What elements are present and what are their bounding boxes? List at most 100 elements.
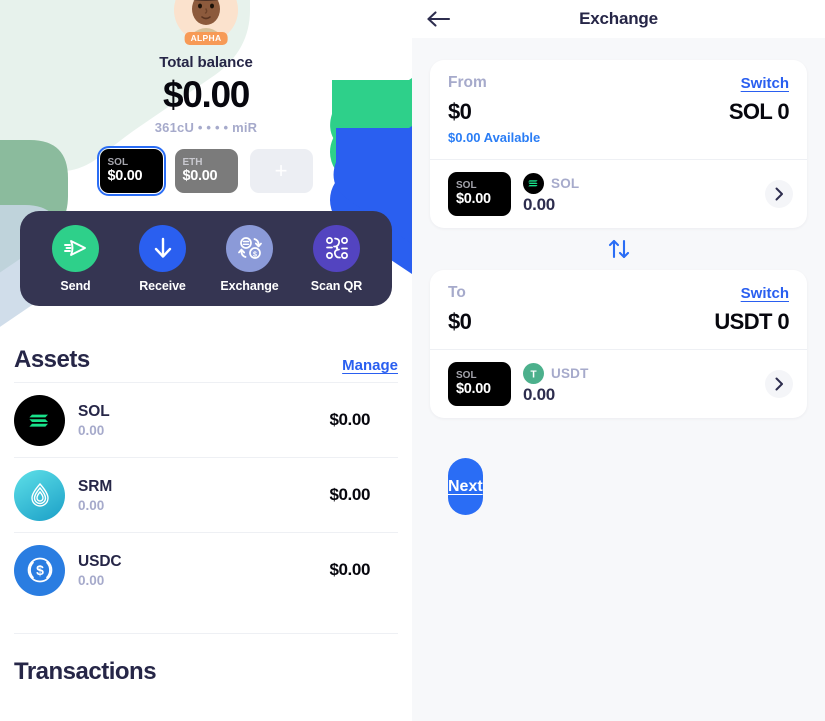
chevron-right-icon-glyph [775, 187, 783, 201]
app-root: ALPHA Total balance $0.00 361cU • • • • … [0, 0, 825, 721]
exchange-to-amounts: $0 USDT 0 [448, 309, 790, 335]
action-send[interactable]: Send [40, 224, 112, 293]
quick-actions-card: Send Receive $ Exchange Scan QR [20, 211, 392, 306]
exchange-to-switch-link[interactable]: Switch [741, 285, 789, 302]
send-icon-glyph [63, 240, 86, 256]
token-chip-eth-symbol: ETH [182, 157, 203, 169]
exchange-from-fiat-amount[interactable]: $0 [448, 99, 472, 125]
asset-row-sol-value: $0.00 [329, 410, 370, 429]
asset-row-srm-value: $0.00 [329, 485, 370, 504]
exchange-to-crypto-amount[interactable]: USDT 0 [714, 309, 789, 335]
back-arrow-icon[interactable] [424, 4, 454, 34]
exchange-from-label: From [448, 74, 487, 91]
svg-text:$: $ [253, 251, 257, 258]
asset-row-usdc-value: $0.00 [329, 560, 370, 579]
token-chip-list: SOL $0.00 ETH $0.00 + [0, 146, 412, 196]
asset-row-usdc-symbol: USDC [78, 552, 122, 570]
download-arrow-icon [139, 224, 186, 272]
exchange-to-chip-value: $0.00 [456, 381, 491, 398]
wallet-header: ALPHA Total balance $0.00 361cU • • • • … [0, 0, 412, 196]
asset-row-srm-amount: 0.00 [78, 497, 105, 513]
total-balance-amount: $0.00 [162, 74, 250, 115]
exchange-from-header: From Switch [448, 74, 789, 92]
exchange-from-card: From Switch $0 SOL 0 $0.00 Available SOL… [430, 60, 807, 228]
add-token-button[interactable]: + [249, 149, 313, 193]
chevron-right-icon[interactable] [765, 370, 793, 398]
tether-icon-glyph: T [530, 369, 536, 380]
next-button-label: Next [448, 477, 483, 495]
exchange-to-token-name: USDT [551, 366, 589, 381]
serum-icon [14, 469, 65, 521]
exchange-to-header: To Switch [448, 284, 789, 302]
action-exchange-label: Exchange [220, 278, 279, 293]
chevron-right-icon[interactable] [765, 180, 793, 208]
action-scan-qr[interactable]: Scan QR [301, 224, 373, 293]
next-button[interactable]: Next [448, 458, 483, 515]
exchange-arrows-icon: $ [226, 224, 273, 272]
exchange-panel: Exchange From Switch $0 SOL 0 $0.00 Avai… [412, 0, 825, 721]
action-receive-label: Receive [139, 278, 186, 293]
asset-row-usdc[interactable]: $ USDC 0.00 $0.00 [14, 532, 398, 607]
download-arrow-icon-glyph [154, 237, 171, 258]
qr-code-icon [313, 224, 360, 272]
solana-icon [14, 394, 65, 446]
asset-row-sol-text: SOL 0.00 [78, 403, 329, 438]
transactions-header: Transactions [14, 633, 398, 686]
assets-header: Assets Manage [14, 346, 398, 382]
exchange-from-amounts: $0 SOL 0 [448, 99, 790, 125]
asset-row-sol[interactable]: SOL 0.00 $0.00 [14, 382, 398, 457]
exchange-to-token-amount: 0.00 [523, 385, 555, 404]
exchange-from-token-line: SOL [523, 173, 753, 194]
swap-direction-button[interactable] [430, 228, 807, 270]
exchange-to-token-selector[interactable]: SOL $0.00 T USDT 0.00 [430, 350, 807, 418]
exchange-from-token-meta: SOL 0.00 [523, 173, 753, 215]
exchange-to-token-line: T USDT [523, 363, 753, 384]
exchange-to-chip-symbol: SOL [456, 370, 477, 382]
exchange-from-crypto-amount[interactable]: SOL 0 [729, 99, 790, 125]
assets-title: Assets [14, 346, 90, 373]
svg-text:T: T [530, 369, 536, 380]
alpha-badge: ALPHA [184, 32, 228, 45]
total-balance-label: Total balance [159, 54, 253, 71]
exchange-to-fiat-amount[interactable]: $0 [448, 309, 472, 335]
avatar[interactable]: ALPHA [174, 0, 238, 45]
exchange-to-summary: To Switch $0 USDT 0 [430, 270, 807, 349]
exchange-from-token-selector[interactable]: SOL $0.00 SOL 0.00 [430, 160, 807, 228]
usdc-icon: $ [14, 544, 65, 596]
token-chip-sol-value: $0.00 [107, 168, 143, 185]
qr-code-icon-glyph [325, 237, 348, 259]
action-receive[interactable]: Receive [127, 224, 199, 293]
action-scan-qr-label: Scan QR [310, 278, 363, 293]
exchange-from-chip: SOL $0.00 [448, 172, 511, 216]
wallet-address[interactable]: 361cU • • • • miR [0, 120, 412, 135]
asset-row-usdc-text: USDC 0.00 [78, 553, 329, 588]
action-exchange[interactable]: $ Exchange [214, 224, 286, 293]
solana-icon [523, 173, 544, 194]
asset-row-sol-amount: 0.00 [78, 422, 105, 438]
exchange-topbar: Exchange [412, 0, 825, 38]
token-chip-sol[interactable]: SOL $0.00 [96, 146, 166, 196]
usdc-icon-glyph: $ [23, 554, 56, 586]
exchange-from-token-name: SOL [551, 176, 580, 191]
token-chip-eth[interactable]: ETH $0.00 [174, 149, 238, 193]
serum-icon-glyph [30, 482, 49, 507]
wallet-panel: ALPHA Total balance $0.00 361cU • • • • … [0, 0, 412, 721]
exchange-to-token-meta: T USDT 0.00 [523, 363, 753, 405]
exchange-to-chip: SOL $0.00 [448, 362, 511, 406]
assets-list: SOL 0.00 $0.00 SRM 0.00 $0.00 $ USDC 0.0… [14, 382, 398, 607]
manage-assets-link[interactable]: Manage [342, 357, 398, 374]
asset-row-srm-text: SRM 0.00 [78, 478, 329, 513]
asset-row-srm-symbol: SRM [78, 477, 113, 495]
asset-row-srm[interactable]: SRM 0.00 $0.00 [14, 457, 398, 532]
solana-icon-glyph [29, 414, 48, 427]
exchange-from-available: $0.00 Available [448, 130, 541, 145]
exchange-from-switch-link[interactable]: Switch [741, 75, 789, 92]
back-arrow-icon-glyph [427, 11, 451, 27]
plus-icon: + [274, 158, 288, 183]
exchange-to-label: To [448, 284, 466, 301]
asset-row-sol-symbol: SOL [78, 402, 110, 420]
action-send-label: Send [60, 278, 91, 293]
swap-vertical-icon [608, 239, 629, 259]
exchange-from-chip-symbol: SOL [456, 180, 477, 192]
tether-icon: T [523, 363, 544, 384]
